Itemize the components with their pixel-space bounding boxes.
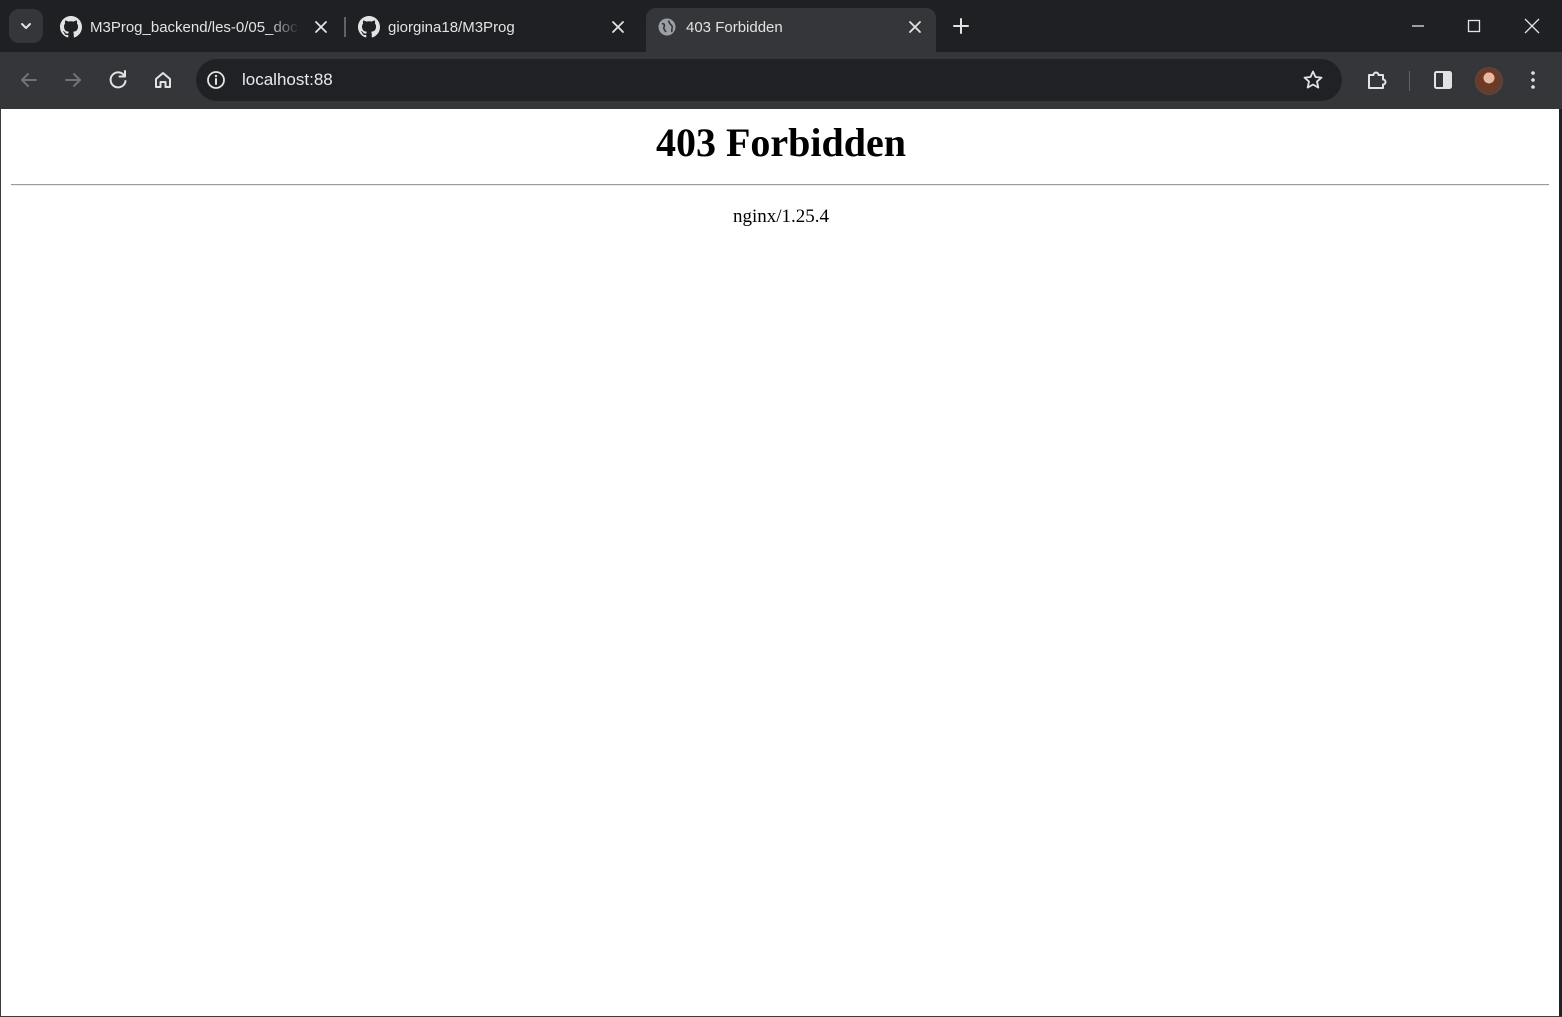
new-tab-plus-icon[interactable] [950,15,972,37]
maximize-icon[interactable] [1462,14,1486,38]
server-signature: nginx/1.25.4 [732,206,830,227]
extensions-puzzle-icon[interactable] [1363,66,1391,94]
site-info-icon[interactable] [206,70,226,90]
tab-search-button[interactable] [9,9,43,43]
tab-github-repo[interactable]: giorgina18/M3Prog [348,8,640,52]
chevron-down-icon [21,23,31,29]
close-icon[interactable] [906,18,924,36]
tab-separator [344,17,346,37]
tab-github-backend[interactable]: M3Prog_backend/les-0/05_doc [50,8,342,52]
side-panel-icon[interactable] [1429,66,1457,94]
window-close-icon[interactable] [1520,14,1544,38]
bookmark-star-icon[interactable] [1301,68,1325,92]
globe-icon [658,18,676,36]
more-menu-icon[interactable] [1519,66,1547,94]
tab-title: 403 Forbidden [686,19,783,36]
back-arrow-icon[interactable] [15,66,43,94]
page-title: 403 Forbidden [655,120,907,165]
close-icon[interactable] [609,18,627,36]
close-icon[interactable] [312,18,330,36]
address-bar[interactable]: localhost:88 [196,59,1342,101]
window-edge-left [0,109,1,1017]
address-url[interactable]: localhost:88 [242,69,333,91]
tab-active-forbidden[interactable]: 403 Forbidden [646,8,936,52]
tab-title: M3Prog_backend/les-0/05_doc [90,19,298,36]
forward-arrow-icon[interactable] [59,66,87,94]
tab-title: giorgina18/M3Prog [388,19,515,36]
divider [11,184,1549,186]
reload-icon[interactable] [104,66,132,94]
tab-strip: M3Prog_backend/les-0/05_doc giorgina18/M… [0,0,1562,52]
github-icon [60,16,82,38]
home-icon[interactable] [149,66,177,94]
page-content: 403 Forbidden nginx/1.25.4 [1,109,1559,1016]
minimize-icon[interactable] [1406,14,1430,38]
toolbar-divider [1409,71,1410,91]
profile-avatar[interactable] [1475,67,1503,95]
github-icon [358,16,380,38]
browser-toolbar: localhost:88 [0,52,1562,109]
